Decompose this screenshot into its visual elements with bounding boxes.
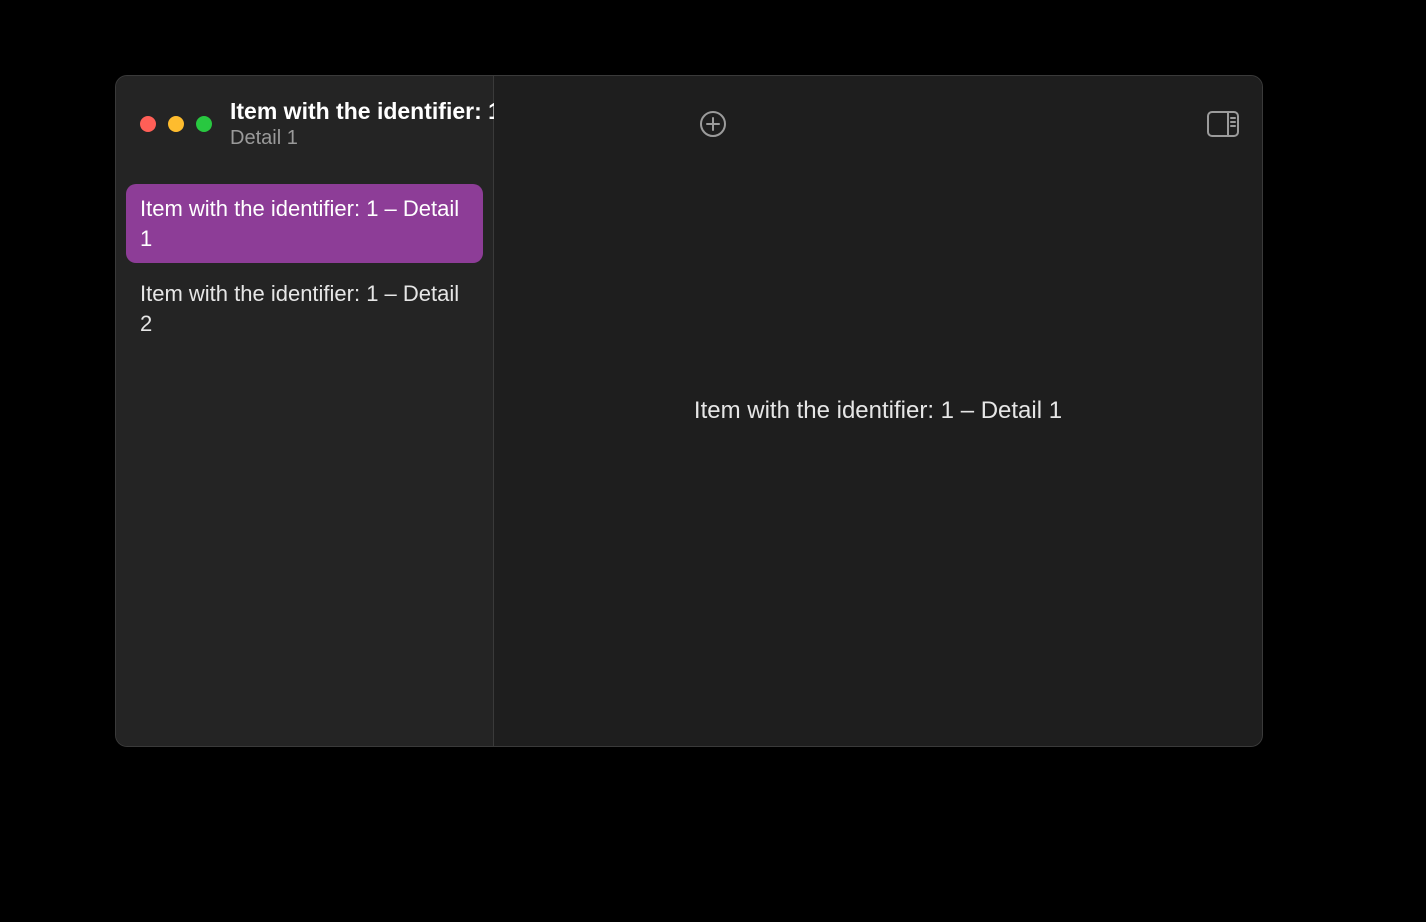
sidebar-item-detail-1[interactable]: Item with the identifier: 1 – Detail 1 bbox=[126, 184, 483, 263]
app-window: Item with the identifier: 1 Detail 1 Ite… bbox=[115, 75, 1263, 747]
window-subtitle: Detail 1 bbox=[230, 126, 477, 151]
sidebar-list: Item with the identifier: 1 – Detail 1 I… bbox=[116, 172, 493, 361]
window-title: Item with the identifier: 1 bbox=[230, 97, 477, 126]
sidebar-right-icon bbox=[1206, 110, 1240, 138]
detail-text: Item with the identifier: 1 – Detail 1 bbox=[694, 397, 1062, 425]
minimize-window-button[interactable] bbox=[168, 116, 184, 132]
sidebar: Item with the identifier: 1 Detail 1 Ite… bbox=[116, 76, 494, 746]
sidebar-item-detail-2[interactable]: Item with the identifier: 1 – Detail 2 bbox=[126, 269, 483, 348]
fullscreen-window-button[interactable] bbox=[196, 116, 212, 132]
sidebar-item-label: Item with the identifier: 1 – Detail 2 bbox=[140, 281, 459, 336]
toggle-inspector-button[interactable] bbox=[1206, 107, 1240, 141]
add-button[interactable] bbox=[696, 107, 730, 141]
plus-circle-icon bbox=[698, 109, 728, 139]
titlebar: Item with the identifier: 1 Detail 1 bbox=[116, 76, 493, 172]
traffic-lights bbox=[140, 116, 212, 132]
sidebar-item-label: Item with the identifier: 1 – Detail 1 bbox=[140, 196, 459, 251]
content-body: Item with the identifier: 1 – Detail 1 bbox=[494, 172, 1262, 746]
toolbar bbox=[494, 76, 1262, 172]
close-window-button[interactable] bbox=[140, 116, 156, 132]
content-pane: Item with the identifier: 1 – Detail 1 bbox=[494, 76, 1262, 746]
window-title-block: Item with the identifier: 1 Detail 1 bbox=[230, 97, 477, 151]
